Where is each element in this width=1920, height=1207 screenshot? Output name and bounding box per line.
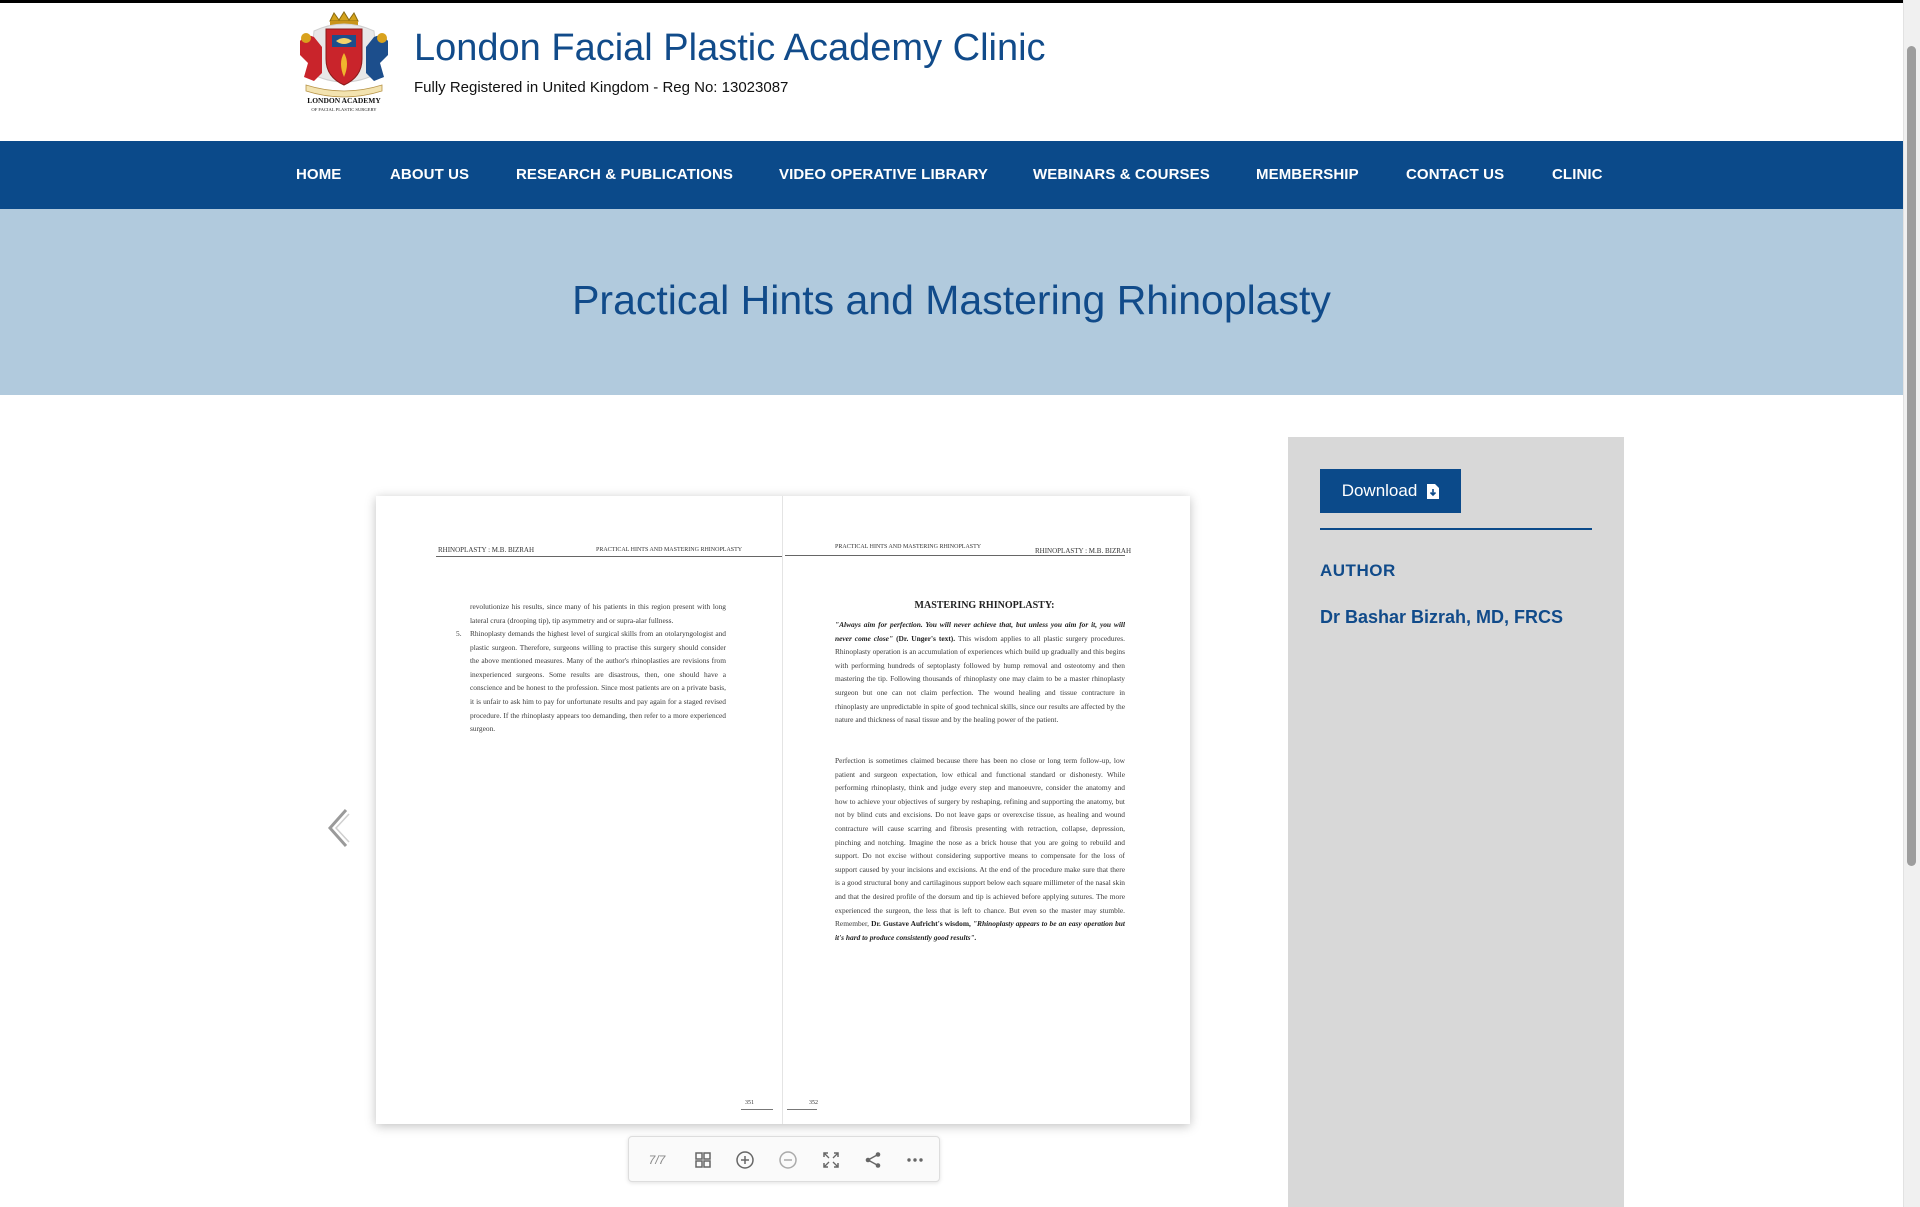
site-title[interactable]: London Facial Plastic Academy Clinic bbox=[414, 27, 1046, 70]
page-counter: 7/7 bbox=[648, 1153, 666, 1167]
page-text: Rhinoplasty demands the highest level of… bbox=[470, 629, 726, 734]
academy-logo[interactable]: LONDON ACADEMY OF FACIAL PLASTIC SURGERY bbox=[292, 11, 396, 115]
thumbnails-button[interactable] bbox=[685, 1137, 721, 1183]
publication-sidebar: Download AUTHOR Dr Bashar Bizrah, MD, FR… bbox=[1288, 437, 1624, 1207]
list-number: 5. bbox=[456, 629, 462, 638]
page-banner: Practical Hints and Mastering Rhinoplast… bbox=[0, 209, 1903, 395]
nav-item-webinars-courses[interactable]: WEBINARS & COURSES bbox=[1033, 141, 1210, 209]
bold-text: Dr. Gustave Aufricht's wisdom, bbox=[871, 919, 971, 929]
page-title: Practical Hints and Mastering Rhinoplast… bbox=[572, 277, 1331, 323]
page-number: 352 bbox=[809, 1100, 818, 1106]
quote-source: (Dr. Unger's text). bbox=[896, 633, 956, 643]
file-download-icon bbox=[1427, 483, 1440, 499]
book-spread[interactable]: RHINOPLASTY : M.B. BIZRAH PRACTICAL HINT… bbox=[376, 496, 1190, 1124]
footer-rule bbox=[741, 1109, 773, 1110]
zoom-out-button[interactable] bbox=[770, 1137, 806, 1183]
nav-item-about-us[interactable]: ABOUT US bbox=[390, 141, 469, 209]
site-registration: Fully Registered in United Kingdom - Reg… bbox=[414, 79, 789, 96]
share-icon bbox=[865, 1152, 881, 1168]
running-head-left: RHINOPLASTY : M.B. BIZRAH bbox=[438, 546, 534, 554]
zoom-out-icon bbox=[779, 1151, 797, 1169]
flipbook-viewer: RHINOPLASTY : M.B. BIZRAH PRACTICAL HINT… bbox=[300, 440, 1220, 1190]
author-label: AUTHOR bbox=[1320, 561, 1396, 580]
download-button[interactable]: Download bbox=[1320, 469, 1461, 513]
zoom-in-icon bbox=[736, 1151, 754, 1169]
nav-item-clinic[interactable]: CLINIC bbox=[1552, 141, 1603, 209]
page-number: 351 bbox=[745, 1100, 754, 1106]
nav-item-video-operative-library[interactable]: VIDEO OPERATIVE LIBRARY bbox=[779, 141, 988, 209]
share-button[interactable] bbox=[855, 1137, 891, 1183]
site-header: LONDON ACADEMY OF FACIAL PLASTIC SURGERY… bbox=[0, 3, 1903, 141]
scrollbar-thumb[interactable] bbox=[1907, 46, 1916, 866]
chapter-heading: MASTERING RHINOPLASTY: bbox=[914, 600, 1055, 611]
book-page-right[interactable]: PRACTICAL HINTS AND MASTERING RHINOPLAST… bbox=[783, 496, 1190, 1124]
running-head-right: PRACTICAL HINTS AND MASTERING RHINOPLAST… bbox=[596, 547, 743, 553]
author-name-link[interactable]: Dr Bashar Bizrah, MD, FRCS bbox=[1320, 607, 1563, 628]
running-head-right: RHINOPLASTY : M.B. BIZRAH bbox=[1035, 547, 1131, 555]
chevron-left-icon bbox=[327, 809, 350, 847]
viewer-toolbar: 7/7 bbox=[628, 1136, 940, 1182]
nav-item-membership[interactable]: MEMBERSHIP bbox=[1256, 141, 1359, 209]
zoom-in-button[interactable] bbox=[727, 1137, 763, 1183]
footer-rule bbox=[787, 1109, 817, 1110]
more-icon bbox=[907, 1158, 923, 1162]
crest-icon: LONDON ACADEMY OF FACIAL PLASTIC SURGERY bbox=[300, 11, 388, 112]
page-text: revolutionize his results, since many of… bbox=[470, 602, 726, 625]
fullscreen-icon bbox=[823, 1152, 839, 1168]
nav-item-home[interactable]: HOME bbox=[296, 141, 341, 209]
paragraph-text: Perfection is sometimes claimed because … bbox=[835, 756, 1125, 929]
download-label: Download bbox=[1341, 481, 1418, 500]
paragraph-text: This wisdom applies to all plastic surge… bbox=[835, 633, 1125, 725]
nav-item-research-publications[interactable]: RESEARCH & PUBLICATIONS bbox=[516, 141, 733, 209]
header-rule bbox=[785, 555, 1125, 556]
main-nav: HOME ABOUT US RESEARCH & PUBLICATIONS VI… bbox=[0, 141, 1903, 209]
sidebar-divider bbox=[1320, 528, 1592, 530]
nav-item-contact-us[interactable]: CONTACT US bbox=[1406, 141, 1504, 209]
more-options-button[interactable] bbox=[897, 1137, 933, 1183]
svg-text:OF FACIAL PLASTIC SURGERY: OF FACIAL PLASTIC SURGERY bbox=[311, 107, 377, 112]
running-head-left: PRACTICAL HINTS AND MASTERING RHINOPLAST… bbox=[835, 544, 982, 550]
page-text: "Always aim for perfection. You will nev… bbox=[835, 618, 1125, 727]
grid-icon bbox=[695, 1152, 711, 1168]
header-rule bbox=[436, 556, 782, 557]
svg-text:LONDON ACADEMY: LONDON ACADEMY bbox=[307, 96, 381, 105]
previous-page-arrow[interactable] bbox=[326, 808, 350, 848]
fullscreen-button[interactable] bbox=[813, 1137, 849, 1183]
book-page-left[interactable]: RHINOPLASTY : M.B. BIZRAH PRACTICAL HINT… bbox=[376, 496, 783, 1124]
page-text: Perfection is sometimes claimed because … bbox=[835, 754, 1125, 944]
